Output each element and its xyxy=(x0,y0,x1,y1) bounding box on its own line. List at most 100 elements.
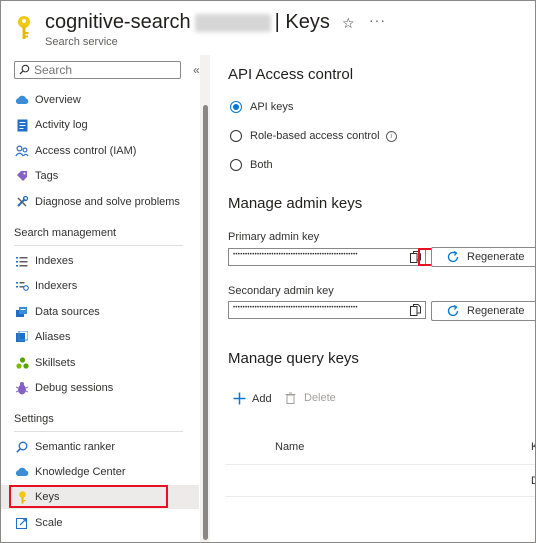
wrench-icon xyxy=(14,194,30,210)
refresh-icon xyxy=(447,304,459,317)
sidebar-item-tags[interactable]: Tags xyxy=(1,164,199,188)
sidebar-item-label: Semantic ranker xyxy=(35,441,116,453)
delete-query-key-button[interactable]: Delete xyxy=(285,392,336,404)
redacted-service-suffix xyxy=(194,13,271,32)
tag-icon xyxy=(14,168,30,184)
data-sources-icon xyxy=(14,304,30,320)
more-icon[interactable]: ··· xyxy=(369,12,386,28)
knowledge-icon xyxy=(14,464,30,480)
column-header-key-cut: K xyxy=(531,441,535,453)
regenerate-secondary-button[interactable]: Regenerate xyxy=(431,301,535,321)
section-search-management: Search management xyxy=(14,227,117,239)
sidebar-item-semantic-ranker[interactable]: Semantic ranker xyxy=(1,435,199,459)
cloud-icon xyxy=(14,92,30,108)
regenerate-primary-button[interactable]: Regenerate xyxy=(431,247,535,267)
sidebar-item-aliases[interactable]: Aliases xyxy=(1,325,199,349)
page-subtitle: Search service xyxy=(45,36,118,48)
sidebar-item-label: Debug sessions xyxy=(35,382,114,394)
menu-search-input[interactable] xyxy=(34,63,174,77)
primary-key-field[interactable]: ••••••••••••••••••••••••••••••••••••••••… xyxy=(228,248,440,266)
sidebar-item-label: Indexes xyxy=(35,255,74,267)
title-suffix: | Keys xyxy=(274,11,330,33)
debug-icon xyxy=(14,380,30,396)
sidebar-item-label: Aliases xyxy=(35,331,71,343)
sidebar-item-data-sources[interactable]: Data sources xyxy=(1,300,199,324)
add-label: Add xyxy=(252,392,272,405)
add-query-key-button[interactable]: Add xyxy=(233,392,272,405)
primary-key-value: ••••••••••••••••••••••••••••••••••••••••… xyxy=(233,252,358,258)
sidebar-item-skillsets[interactable]: Skillsets xyxy=(1,351,199,375)
people-icon xyxy=(14,143,30,159)
sidebar-item-label: Overview xyxy=(35,94,81,106)
radio-label: Both xyxy=(250,159,273,171)
table-row-divider xyxy=(225,496,535,497)
sidebar-item-indexers[interactable]: Indexers xyxy=(1,274,199,298)
refresh-icon xyxy=(447,250,459,263)
activity-log-icon xyxy=(14,117,30,133)
key-logo-icon xyxy=(18,16,30,39)
sidebar-item-diagnose[interactable]: Diagnose and solve problems xyxy=(1,190,199,214)
menu-search-box[interactable] xyxy=(14,61,181,79)
sidebar-item-label: Tags xyxy=(35,170,59,182)
api-access-heading: API Access control xyxy=(228,66,354,83)
resource-menu: « Overview Activity log Access control (… xyxy=(1,55,201,542)
sidebar-item-knowledge-center[interactable]: Knowledge Center xyxy=(1,460,199,484)
section-divider xyxy=(14,245,183,246)
plus-icon xyxy=(233,392,246,405)
secondary-key-value: ••••••••••••••••••••••••••••••••••••••••… xyxy=(233,305,358,311)
info-icon[interactable]: i xyxy=(385,130,397,142)
page-title: cognitive-search | Keys xyxy=(45,11,330,34)
table-cell-cut: D xyxy=(531,475,535,487)
radio-selected-indicator[interactable] xyxy=(230,101,242,113)
secondary-key-field[interactable]: ••••••••••••••••••••••••••••••••••••••••… xyxy=(228,301,426,319)
radio-indicator[interactable] xyxy=(230,159,242,171)
column-header-name[interactable]: Name xyxy=(275,441,304,453)
radio-api-keys[interactable]: API keys xyxy=(230,101,293,113)
sidebar-item-label: Scale xyxy=(35,517,63,529)
regenerate-label: Regenerate xyxy=(467,305,525,317)
keys-content: API Access control API keys Role-based a… xyxy=(211,55,535,542)
radio-both[interactable]: Both xyxy=(230,159,273,171)
sidebar-item-label: Indexers xyxy=(35,280,78,292)
sidebar-item-label: Skillsets xyxy=(35,357,76,369)
blade-header: cognitive-search | Keys Search service ☆ … xyxy=(1,1,535,53)
sidebar-item-debug-sessions[interactable]: Debug sessions xyxy=(1,376,199,400)
portal-frame: cognitive-search | Keys Search service ☆ … xyxy=(0,0,536,543)
regenerate-label: Regenerate xyxy=(467,251,525,263)
semantic-icon xyxy=(14,439,30,455)
sidebar-item-label: Diagnose and solve problems xyxy=(35,196,180,208)
radio-label: API keys xyxy=(250,101,294,113)
copy-icon[interactable] xyxy=(407,303,423,317)
manage-admin-heading: Manage admin keys xyxy=(228,195,363,212)
radio-role-based[interactable]: Role-based access control i xyxy=(230,130,397,142)
sidebar-item-indexes[interactable]: Indexes xyxy=(1,249,199,273)
secondary-key-label: Secondary admin key xyxy=(228,285,334,297)
keys-highlight-annotation xyxy=(9,485,168,508)
radio-label: Role-based access control xyxy=(250,130,380,142)
primary-key-label: Primary admin key xyxy=(228,231,320,243)
search-icon xyxy=(19,64,30,75)
trash-icon xyxy=(285,392,296,404)
sidebar-item-label: Data sources xyxy=(35,306,100,318)
sidebar-scroll-thumb[interactable] xyxy=(203,105,208,540)
section-settings: Settings xyxy=(14,413,54,425)
sidebar-item-overview[interactable]: Overview xyxy=(1,88,199,112)
sidebar-item-label: Activity log xyxy=(35,119,88,131)
star-icon[interactable]: ☆ xyxy=(342,15,355,32)
manage-query-heading: Manage query keys xyxy=(228,350,359,367)
sidebar-item-label: Knowledge Center xyxy=(35,466,126,478)
aliases-icon xyxy=(14,329,30,345)
skillsets-icon xyxy=(14,355,30,371)
scale-icon xyxy=(14,515,30,531)
sidebar-item-activity-log[interactable]: Activity log xyxy=(1,113,199,137)
section-divider xyxy=(14,431,183,432)
sidebar-item-access-control[interactable]: Access control (IAM) xyxy=(1,139,199,163)
title-prefix: cognitive-search xyxy=(45,11,191,33)
indexes-icon xyxy=(14,253,30,269)
collapse-menu-icon[interactable]: « xyxy=(193,63,200,77)
radio-indicator[interactable] xyxy=(230,130,242,142)
table-header-divider xyxy=(225,464,535,465)
indexers-icon xyxy=(14,278,30,294)
sidebar-item-label: Access control (IAM) xyxy=(35,145,137,157)
sidebar-item-scale[interactable]: Scale xyxy=(1,511,199,535)
